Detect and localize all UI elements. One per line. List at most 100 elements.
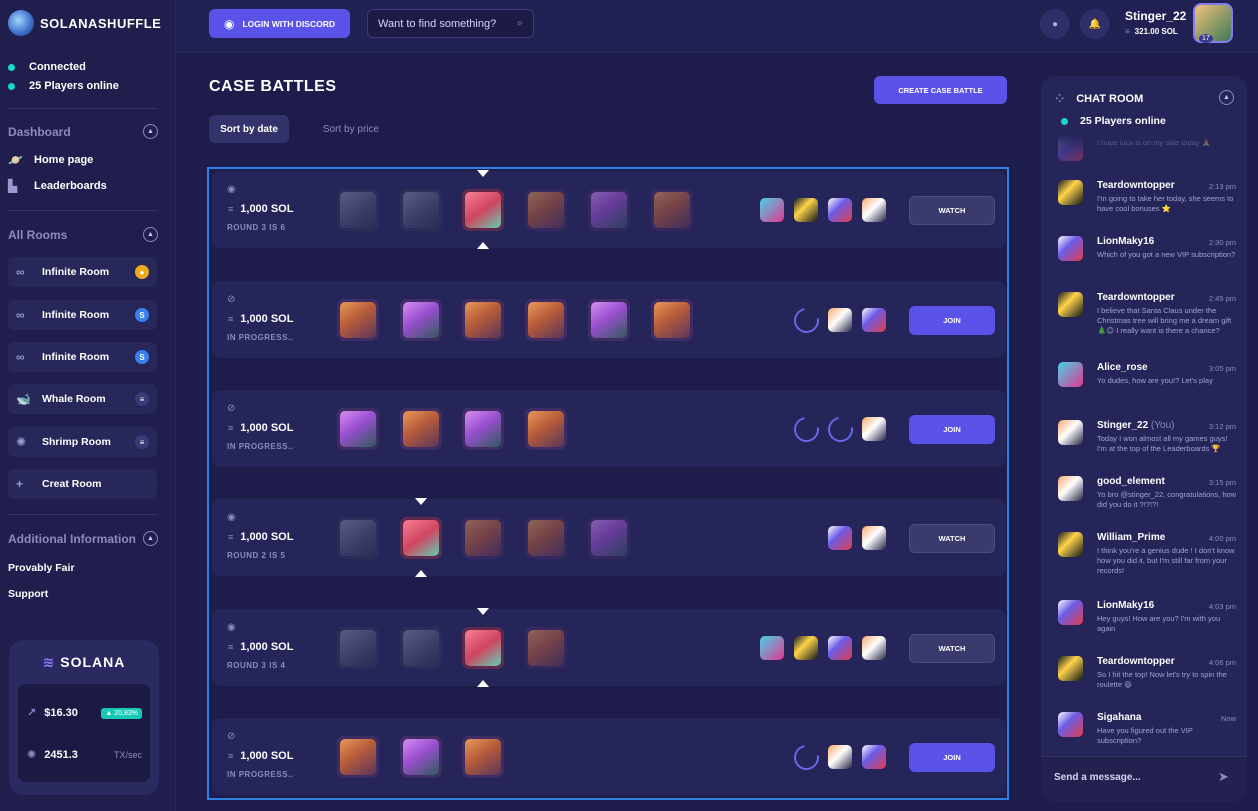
chat-avatar[interactable]: [1058, 656, 1083, 681]
sidebar-item-home[interactable]: 🪐 Home page: [8, 154, 93, 166]
case-icon: [462, 736, 504, 778]
chat-username[interactable]: good_element: [1097, 476, 1165, 487]
chat-text: So I hit the top! Now let's try to spin …: [1097, 670, 1227, 689]
room-whale[interactable]: 🐋 Whale Room ≡: [8, 384, 157, 414]
chat-bubble-icon: ●: [1051, 18, 1059, 30]
battle-row[interactable]: ◉ ≡ 1,000 SOL ROUND 2 IS 5 WATCH: [212, 498, 1006, 577]
chat-username-text: Stinger_22: [1097, 420, 1149, 431]
sort-by-price-button[interactable]: Sort by price: [314, 115, 388, 143]
chat-avatar[interactable]: [1058, 532, 1083, 557]
chat-text: Today I won almost all my games guys! I'…: [1097, 434, 1228, 453]
player-avatar: [794, 198, 818, 222]
chat-username-text: Alice_rose: [1097, 362, 1148, 373]
room-shrimp[interactable]: ✺ Shrimp Room ≡: [8, 427, 157, 457]
topbar: ◉ LOGIN WITH DISCORD Want to find somethi…: [176, 0, 1258, 53]
battle-row[interactable]: ⊘ ≡ 1,000 SOL IN PROGRESS.. JOIN: [212, 718, 1006, 795]
search-input[interactable]: Want to find something? ⌕: [367, 9, 534, 38]
watch-button[interactable]: WATCH: [909, 634, 995, 663]
case-icon: [588, 299, 630, 341]
chat-avatar[interactable]: [1058, 236, 1083, 261]
chat-avatar[interactable]: [1058, 600, 1083, 625]
chat-avatar[interactable]: [1058, 420, 1083, 445]
solana-widget: ≋ SOLANA ↗ $16.30 ▲ 20,83% ✺ 2451.3 TX/sec: [9, 640, 159, 795]
discord-login-label: LOGIN WITH DISCORD: [242, 18, 336, 29]
status-dot-icon: [8, 63, 15, 71]
join-button[interactable]: JOIN: [909, 306, 995, 335]
battle-row[interactable]: ◉ ≡ 1,000 SOL ROUND 3 IS 4 WATCH: [212, 608, 1006, 687]
chat-time: 2:45 pm: [1208, 294, 1236, 303]
chat-username-text: Sigahana: [1097, 712, 1142, 723]
chat-username-text: Teardowntopper: [1097, 292, 1175, 303]
chat-username[interactable]: Sigahana: [1097, 712, 1141, 723]
dashboard-section-header[interactable]: Dashboard ▲: [8, 124, 158, 139]
chat-username[interactable]: Teardowntopper: [1097, 656, 1175, 667]
chat-text: I'm going to take her today, she seems t…: [1097, 194, 1234, 213]
battle-row[interactable]: ◉ ≡ 1,000 SOL ROUND 3 IS 6 WATCH: [212, 170, 1006, 249]
chat-avatar[interactable]: [1058, 362, 1083, 387]
chat-text: Have you figured out the VIP subscriptio…: [1097, 726, 1193, 745]
chevron-up-icon[interactable]: ▲: [1219, 90, 1234, 105]
battle-row[interactable]: ⊘ ≡ 1,000 SOL IN PROGRESS.. JOIN: [212, 390, 1006, 467]
open-case-icon: [462, 627, 504, 669]
room-infinite-1[interactable]: ∞ Infinite Room ●: [8, 257, 157, 287]
chat-time: 3:05 pm: [1208, 364, 1236, 373]
watch-button[interactable]: WATCH: [909, 524, 995, 553]
chat-input[interactable]: Send a message... ➤: [1041, 756, 1247, 802]
chevron-up-icon[interactable]: ▲: [143, 531, 158, 546]
chat-text: Hey guys! How are you? I'm with you agai…: [1097, 614, 1221, 633]
case-icon: [400, 189, 442, 231]
open-case-icon: [462, 189, 504, 231]
sidebar-item-leaderboards[interactable]: ▙ Leaderboards: [8, 180, 107, 192]
chat-time: 4:06 pm: [1208, 658, 1236, 667]
player-avatar: [828, 308, 852, 332]
chevron-up-icon[interactable]: ▲: [143, 227, 158, 242]
player-avatar: [828, 198, 852, 222]
send-icon[interactable]: ➤: [1218, 769, 1229, 785]
chat-online-label: 25 Players online: [1080, 115, 1166, 127]
notifications-button[interactable]: 🔔: [1080, 9, 1110, 39]
chat-username[interactable]: LionMaky16: [1097, 236, 1154, 247]
create-room-button[interactable]: + Creat Room: [8, 469, 157, 499]
join-button[interactable]: JOIN: [909, 415, 995, 444]
battle-amount-value: 1,000 SOL: [240, 750, 294, 762]
coin-badge-icon: ●: [135, 265, 149, 279]
shrimp-icon: ✺: [16, 435, 27, 449]
player-avatar: [828, 526, 852, 550]
logo[interactable]: SOLANASHUFFLE: [8, 10, 161, 36]
user-avatar[interactable]: 17: [1193, 3, 1233, 43]
room-infinite-3[interactable]: ∞ Infinite Room S: [8, 342, 157, 372]
additional-section-header[interactable]: Additional Information ▲: [8, 531, 158, 546]
chat-avatar[interactable]: [1058, 476, 1083, 501]
chat-avatar[interactable]: [1058, 712, 1083, 737]
create-case-battle-button[interactable]: CREATE CASE BATTLE: [874, 76, 1007, 104]
round-marker-top-icon: [477, 608, 489, 615]
leaderboards-label: Leaderboards: [34, 180, 107, 192]
rooms-section-header[interactable]: All Rooms ▲: [8, 227, 158, 242]
chat-username[interactable]: Stinger_22 (You): [1097, 420, 1174, 431]
chat-avatar[interactable]: [1058, 292, 1083, 317]
chat-username-text: Teardowntopper: [1097, 656, 1175, 667]
chat-online: 25 Players online: [1061, 115, 1166, 127]
chat-username[interactable]: William_Prime: [1097, 532, 1165, 543]
watch-button[interactable]: WATCH: [909, 196, 995, 225]
chat-username[interactable]: Alice_rose: [1097, 362, 1148, 373]
support-link[interactable]: Support: [8, 588, 48, 600]
room-infinite-2[interactable]: ∞ Infinite Room S: [8, 300, 157, 330]
bell-icon: 🔔: [1088, 18, 1102, 30]
chevron-up-icon[interactable]: ▲: [143, 124, 158, 139]
room-label: Whale Room: [42, 393, 106, 405]
join-button[interactable]: JOIN: [909, 743, 995, 772]
discord-login-button[interactable]: ◉ LOGIN WITH DISCORD: [209, 9, 350, 38]
provably-fair-link[interactable]: Provably Fair: [8, 562, 75, 574]
chat-toggle-button[interactable]: ●: [1040, 9, 1070, 39]
sort-by-date-button[interactable]: Sort by date: [209, 115, 289, 143]
chat-avatar[interactable]: [1058, 180, 1083, 205]
username[interactable]: Stinger_22: [1125, 9, 1186, 23]
chat-username[interactable]: Teardowntopper: [1097, 292, 1175, 303]
coin-badge-icon: S: [135, 350, 149, 364]
chat-username[interactable]: LionMaky16: [1097, 600, 1154, 611]
chat-username[interactable]: Teardowntopper: [1097, 180, 1175, 191]
battle-row[interactable]: ⊘ ≡ 1,000 SOL IN PROGRESS.. JOIN: [212, 281, 1006, 358]
infinity-icon: ∞: [16, 265, 25, 279]
solana-icon: ≡: [228, 423, 234, 433]
